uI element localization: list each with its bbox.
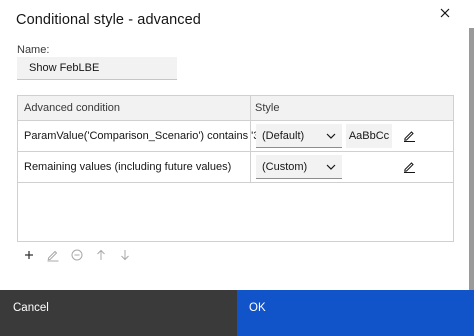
edit-style-button[interactable]	[403, 129, 416, 142]
column-header-style: Style	[255, 102, 280, 114]
add-icon	[25, 251, 33, 259]
scrollbar[interactable]	[469, 28, 474, 290]
remove-condition-button[interactable]	[70, 248, 84, 262]
condition-text: Remaining values (including future value…	[24, 161, 232, 173]
style-preview: AaBbCc	[346, 124, 392, 148]
move-up-button[interactable]	[94, 248, 108, 262]
move-down-icon	[121, 250, 129, 261]
table-row[interactable]: ParamValue('Comparison_Scenario') contai…	[18, 121, 453, 152]
name-label: Name:	[17, 44, 50, 56]
style-dropdown[interactable]: (Custom)	[256, 155, 342, 179]
name-input[interactable]	[17, 57, 177, 80]
conditions-table: Advanced condition Style ParamValue('Com…	[17, 95, 454, 242]
style-dropdown-value: (Custom)	[262, 161, 308, 173]
condition-text: ParamValue('Comparison_Scenario') contai…	[24, 130, 262, 142]
close-button[interactable]	[437, 5, 453, 21]
dialog-footer: Cancel OK	[0, 290, 474, 336]
column-header-condition: Advanced condition	[24, 102, 121, 114]
edit-condition-button[interactable]	[46, 248, 60, 262]
style-dropdown[interactable]: (Default)	[256, 124, 342, 148]
move-up-icon	[97, 249, 105, 260]
table-row[interactable]: Remaining values (including future value…	[18, 152, 453, 183]
chevron-down-icon	[326, 164, 336, 170]
style-dropdown-value: (Default)	[262, 130, 305, 142]
move-down-button[interactable]	[118, 248, 132, 262]
chevron-down-icon	[326, 133, 336, 139]
edit-icon	[47, 250, 59, 262]
table-header: Advanced condition Style	[18, 96, 453, 121]
pencil-icon	[404, 162, 415, 173]
pencil-icon	[404, 131, 415, 142]
edit-style-button[interactable]	[403, 160, 416, 173]
cancel-button[interactable]: Cancel	[0, 290, 237, 336]
ok-button[interactable]: OK	[237, 290, 474, 336]
add-condition-button[interactable]	[22, 248, 36, 262]
close-icon	[440, 8, 450, 18]
dialog-title: Conditional style - advanced	[16, 12, 201, 28]
remove-icon	[71, 249, 83, 261]
conditional-style-dialog: Conditional style - advanced Name: Advan…	[0, 0, 474, 336]
